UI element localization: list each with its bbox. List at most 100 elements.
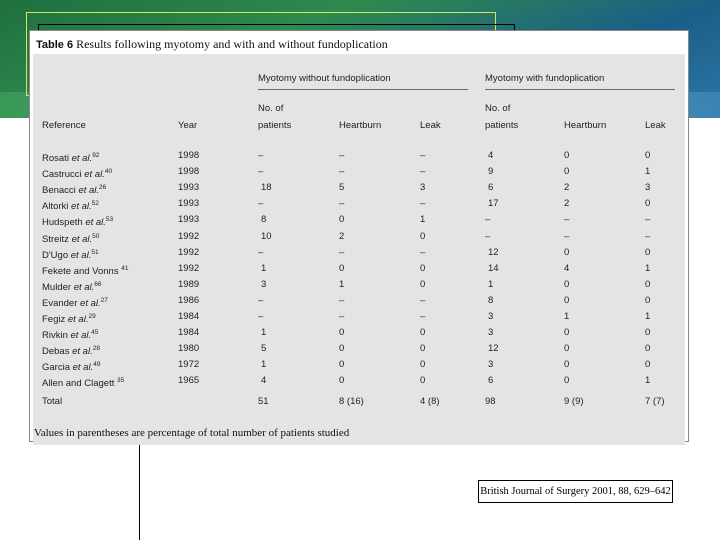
table-row-leak: – <box>645 214 651 225</box>
table-row-patients: 1 <box>488 279 494 290</box>
total-heartburn: 8 (16) <box>339 396 364 407</box>
table-row-reference: Evander et al.27 <box>42 297 108 309</box>
total-label: Total <box>42 396 63 407</box>
table-row-leak: 0 <box>420 343 426 354</box>
table-row-year: 1992 <box>178 231 200 242</box>
table-label: Table 6 <box>36 39 74 51</box>
table-row-patients: 3 <box>488 311 494 322</box>
table-row-patients: – <box>258 166 264 177</box>
total-leak: 4 (8) <box>420 396 440 407</box>
table-row-patients: 1 <box>261 263 267 274</box>
table-row-patients: 8 <box>261 214 267 225</box>
table-row-leak: – <box>420 150 426 161</box>
table-row-patients: 3 <box>488 359 494 370</box>
table-row-leak: 0 <box>420 231 426 242</box>
table-row-heartburn: 0 <box>339 343 345 354</box>
table-row-leak: – <box>420 198 426 209</box>
table-row-reference: Benacci et al.26 <box>42 184 107 196</box>
table-row-reference: Fekete and Vonns 41 <box>42 265 129 277</box>
table-row-reference: Rivkin et al.45 <box>42 329 99 341</box>
table-row-heartburn: 0 <box>564 359 570 370</box>
table-row-patients: – <box>258 150 264 161</box>
table-row-heartburn: 0 <box>564 295 570 306</box>
table-row-heartburn: 4 <box>564 263 570 274</box>
table-row-leak: – <box>420 311 426 322</box>
table-row-patients: 1 <box>261 327 267 338</box>
table-row-heartburn: 0 <box>564 279 570 290</box>
table-row-leak: 1 <box>420 214 426 225</box>
table-row-leak: 1 <box>645 263 651 274</box>
table-row-leak: 0 <box>645 359 651 370</box>
table-row-year: 1980 <box>178 343 200 354</box>
total-leak: 7 (7) <box>645 396 665 407</box>
table-row-heartburn: 2 <box>564 182 570 193</box>
table-row-heartburn: 0 <box>339 327 345 338</box>
table-row-leak: 1 <box>645 311 651 322</box>
table-row-heartburn: – <box>339 150 345 161</box>
table-row-leak: 0 <box>645 343 651 354</box>
table-row-reference: Altorki et al.52 <box>42 200 99 212</box>
column-header-patients: No. of <box>258 103 284 114</box>
column-header-reference: Reference <box>42 120 86 131</box>
table-row-heartburn: 0 <box>339 263 345 274</box>
citation: British Journal of Surgery 2001, 88, 629… <box>478 480 673 503</box>
table-row-leak: – <box>420 295 426 306</box>
table-row-reference: Garcia et al.49 <box>42 361 101 373</box>
table-row-patients: – <box>258 295 264 306</box>
table-row-leak: 0 <box>645 198 651 209</box>
table-row-patients: 3 <box>488 327 494 338</box>
column-header-patients: patients <box>258 120 292 131</box>
table-row-leak: 0 <box>645 295 651 306</box>
table-row-heartburn: 0 <box>564 375 570 386</box>
table-row-reference: Castrucci et al.40 <box>42 168 113 180</box>
table-footnote: Values in parentheses are percentage of … <box>34 427 350 439</box>
table-row-heartburn: – <box>339 198 345 209</box>
table-row-leak: 0 <box>420 375 426 386</box>
table-row-heartburn: 0 <box>564 150 570 161</box>
table-row-patients: – <box>258 311 264 322</box>
table-row-patients: 10 <box>261 231 272 242</box>
table-row-reference: Rosati et al.92 <box>42 152 100 164</box>
table-row-patients: 17 <box>488 198 499 209</box>
total-heartburn: 9 (9) <box>564 396 584 407</box>
table-row-reference: Hudspeth et al.53 <box>42 216 114 228</box>
table-row-leak: – <box>645 231 651 242</box>
table-row-year: 1984 <box>178 327 200 338</box>
table-row-leak: 0 <box>420 359 426 370</box>
table-row-heartburn: 0 <box>339 375 345 386</box>
table-row-leak: – <box>420 166 426 177</box>
table-row-heartburn: – <box>564 231 570 242</box>
table-row-leak: 0 <box>645 150 651 161</box>
table-row-patients: 6 <box>488 375 494 386</box>
table-row-patients: 9 <box>488 166 494 177</box>
table-row-heartburn: – <box>339 247 345 258</box>
table-row-leak: 1 <box>645 375 651 386</box>
table-row-patients: 4 <box>261 375 267 386</box>
table-row-heartburn: 1 <box>339 279 345 290</box>
table-row-leak: 0 <box>645 327 651 338</box>
table-row-heartburn: 0 <box>564 327 570 338</box>
table-row-year: 1986 <box>178 295 200 306</box>
table-row-leak: – <box>420 247 426 258</box>
table-row-patients: 12 <box>488 343 499 354</box>
table-row-heartburn: 0 <box>339 214 345 225</box>
table-row-heartburn: 5 <box>339 182 345 193</box>
group-header-with: Myotomy with fundoplication <box>485 73 605 84</box>
table-row-heartburn: – <box>339 166 345 177</box>
table-row-leak: 0 <box>420 263 426 274</box>
column-header-heartburn: Heartburn <box>339 120 382 131</box>
table-row-leak: 3 <box>645 182 651 193</box>
table-row-reference: Mulder et al.66 <box>42 281 102 293</box>
table-figure: Table 6 Results following myotomy and wi… <box>29 30 689 445</box>
table-row-year: 1993 <box>178 198 200 209</box>
table-row-patients: 1 <box>261 359 267 370</box>
table-row-year: 1998 <box>178 150 200 161</box>
table-row-year: 1989 <box>178 279 200 290</box>
table-row-leak: 0 <box>645 279 651 290</box>
table-row-patients: 3 <box>261 279 267 290</box>
table-row-heartburn: 2 <box>339 231 345 242</box>
table-row-patients: 18 <box>261 182 272 193</box>
slide-decor-line <box>38 24 514 25</box>
column-header-patients: patients <box>485 120 519 131</box>
column-header-leak: Leak <box>645 120 666 131</box>
